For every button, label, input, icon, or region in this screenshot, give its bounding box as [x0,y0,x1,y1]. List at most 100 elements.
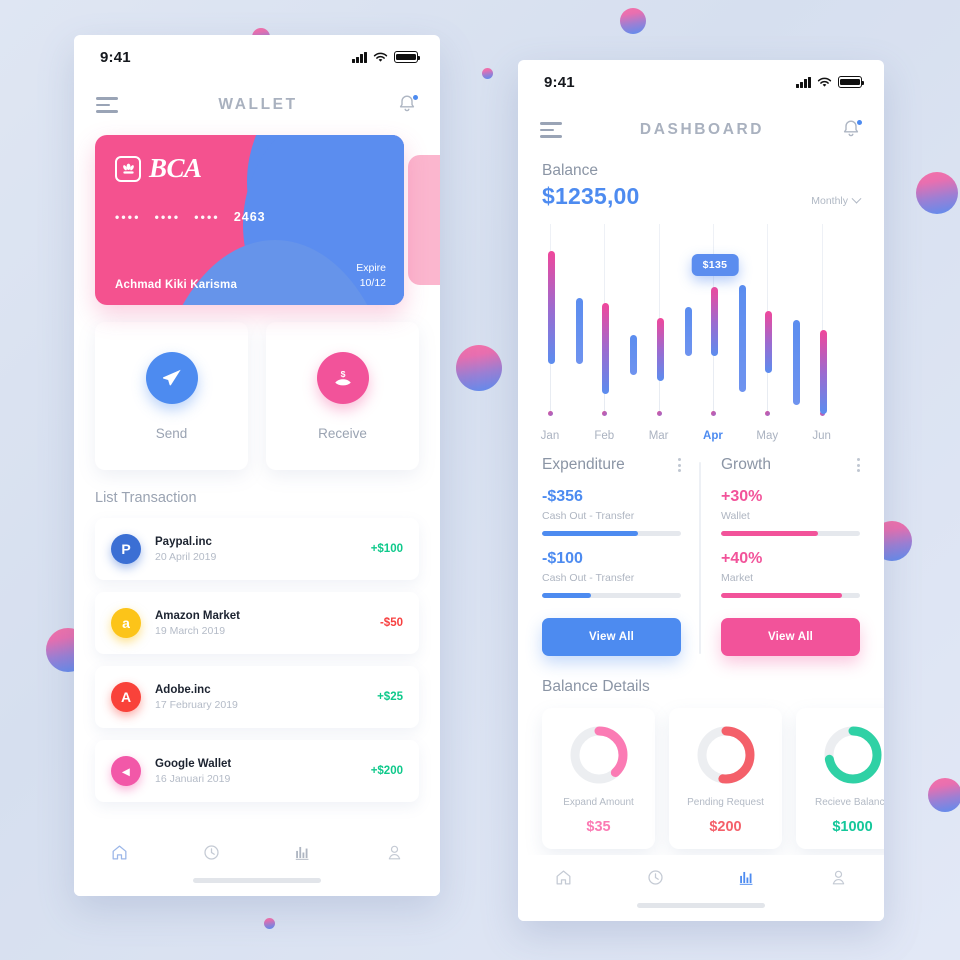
hamburger-icon[interactable] [540,122,562,138]
growth-value-2: +40% [721,550,763,567]
card-last4: 2463 [233,210,266,224]
balance-detail-amount: $200 [709,819,742,835]
status-bar: 9:41 [518,60,884,104]
receive-button[interactable]: $ Receive [266,322,419,470]
avatar-glyph: A [120,689,132,705]
dashboard-phone-screen: 9:41 DASHBOARD Balance $1235,00 Monthly … [518,60,884,921]
status-icons [352,51,421,63]
tab-profile[interactable] [349,843,441,862]
expenditure-view-all-button[interactable]: View All [542,618,681,656]
home-indicator [637,903,765,908]
bg-blob-2 [482,68,493,79]
svg-text:$: $ [340,369,345,379]
kebab-menu-icon[interactable] [857,458,860,472]
chart-bar[interactable] [630,335,638,375]
expenditure-progress-1 [542,531,681,536]
amazon-icon: a [111,608,141,638]
home-indicator [193,878,321,883]
chart-tick-dot [710,411,716,416]
clock-arrow-icon [204,844,219,860]
bell-icon[interactable] [398,94,418,116]
chart-bar[interactable] [547,250,555,364]
card-mask-1: •••• [115,210,141,224]
table-row[interactable]: ◂ Google Wallet 16 Januari 2019 +$200 [95,740,419,802]
chart-bar[interactable] [684,307,692,357]
transaction-date: 16 Januari 2019 [155,772,231,785]
chart-bar[interactable] [793,320,801,405]
chart-bar[interactable] [765,310,773,373]
tab-history[interactable] [166,843,258,862]
notification-badge [413,95,418,100]
receive-label: Receive [318,425,367,441]
chart-bar[interactable] [819,329,827,415]
balance-bar-chart[interactable]: Jan Feb Mar Apr May Jun $135 [538,224,864,442]
period-selector[interactable]: Monthly [811,193,862,210]
tab-home[interactable] [74,843,166,862]
chart-x-label[interactable]: May [756,430,778,442]
cellular-signal-icon [352,51,367,63]
tab-statistics[interactable] [257,843,349,862]
transaction-amount: +$200 [370,765,403,777]
table-row[interactable]: a Amazon Market 19 March 2019 -$50 [95,592,419,654]
chart-tooltip: $135 [691,253,739,276]
table-row[interactable]: A Adobe.inc 17 February 2019 +$25 [95,666,419,728]
tab-home[interactable] [518,868,610,887]
chart-x-label[interactable]: Feb [594,430,614,442]
bottom-tab-bar [518,855,884,921]
tab-statistics[interactable] [701,868,793,887]
dashboard-app-bar: DASHBOARD [518,104,884,156]
expenditure-growth-section: Expenditure -$356 Cash Out - Transfer -$… [518,442,884,656]
chart-x-label[interactable]: Mar [649,430,669,442]
google-wallet-icon: ◂ [111,756,141,786]
table-row[interactable]: P Paypal.inc 20 April 2019 +$100 [95,518,419,580]
expenditure-value-2: -$100 [542,550,583,567]
chart-bar[interactable] [710,286,718,357]
chart-x-label[interactable]: Jun [812,430,831,442]
credit-card[interactable]: BCA •••• •••• •••• 2463 Achmad Kiki Kari… [95,135,404,305]
transaction-list: P Paypal.inc 20 April 2019 +$100 a Amazo… [74,506,440,802]
bg-blob-3 [916,172,958,214]
card-carousel: BCA •••• •••• •••• 2463 Achmad Kiki Kari… [74,135,440,305]
tab-history[interactable] [610,868,702,887]
expenditure-sub-2: Cash Out - Transfer [542,572,635,584]
wifi-icon [373,52,388,62]
avatar-glyph: a [122,615,130,631]
page-title: DASHBOARD [639,121,765,138]
chart-bar[interactable] [738,284,746,392]
list-transaction-title: List Transaction [95,490,197,506]
balance-detail-card[interactable]: Recieve Balance $1000 [796,708,884,849]
donut-chart [695,724,757,786]
cellular-signal-icon [796,76,811,88]
transaction-date: 20 April 2019 [155,550,217,563]
chart-x-label[interactable]: Apr [703,430,723,442]
clock-arrow-icon [648,869,663,885]
next-card-peek[interactable] [408,155,440,285]
hamburger-icon[interactable] [96,97,118,113]
chart-tick-dot [765,411,771,416]
chart-bar[interactable] [656,318,664,381]
card-mask-3: •••• [194,210,220,224]
expenditure-panel: Expenditure -$356 Cash Out - Transfer -$… [542,456,699,656]
send-button[interactable]: Send [95,322,248,470]
kebab-menu-icon[interactable] [678,458,681,472]
card-number: •••• •••• •••• 2463 [115,210,386,224]
balance-detail-label: Recieve Balance [814,797,884,808]
balance-details-title: Balance Details [542,678,650,695]
chart-bar[interactable] [602,303,610,394]
bar-chart-icon [740,871,753,885]
avatar-glyph: P [121,541,131,557]
card-expiry: Expire 10/12 [356,261,386,291]
bell-icon[interactable] [842,119,862,141]
tab-profile[interactable] [793,868,885,887]
send-paper-plane-icon [145,351,198,404]
wallet-phone-screen: 9:41 WALLET BCA •••• •••• •••• 2463 Achm… [74,35,440,896]
chart-bar[interactable] [575,297,583,364]
chart-x-label[interactable]: Jan [541,430,560,442]
card-expiry-value: 10/12 [359,276,386,289]
balance-detail-card[interactable]: Pending Request $200 [669,708,782,849]
balance-amount: $1235,00 [542,183,640,209]
balance-detail-card[interactable]: Expand Amount $35 [542,708,655,849]
page-title: WALLET [218,96,298,113]
growth-view-all-button[interactable]: View All [721,618,860,656]
wallet-app-bar: WALLET [74,79,440,131]
